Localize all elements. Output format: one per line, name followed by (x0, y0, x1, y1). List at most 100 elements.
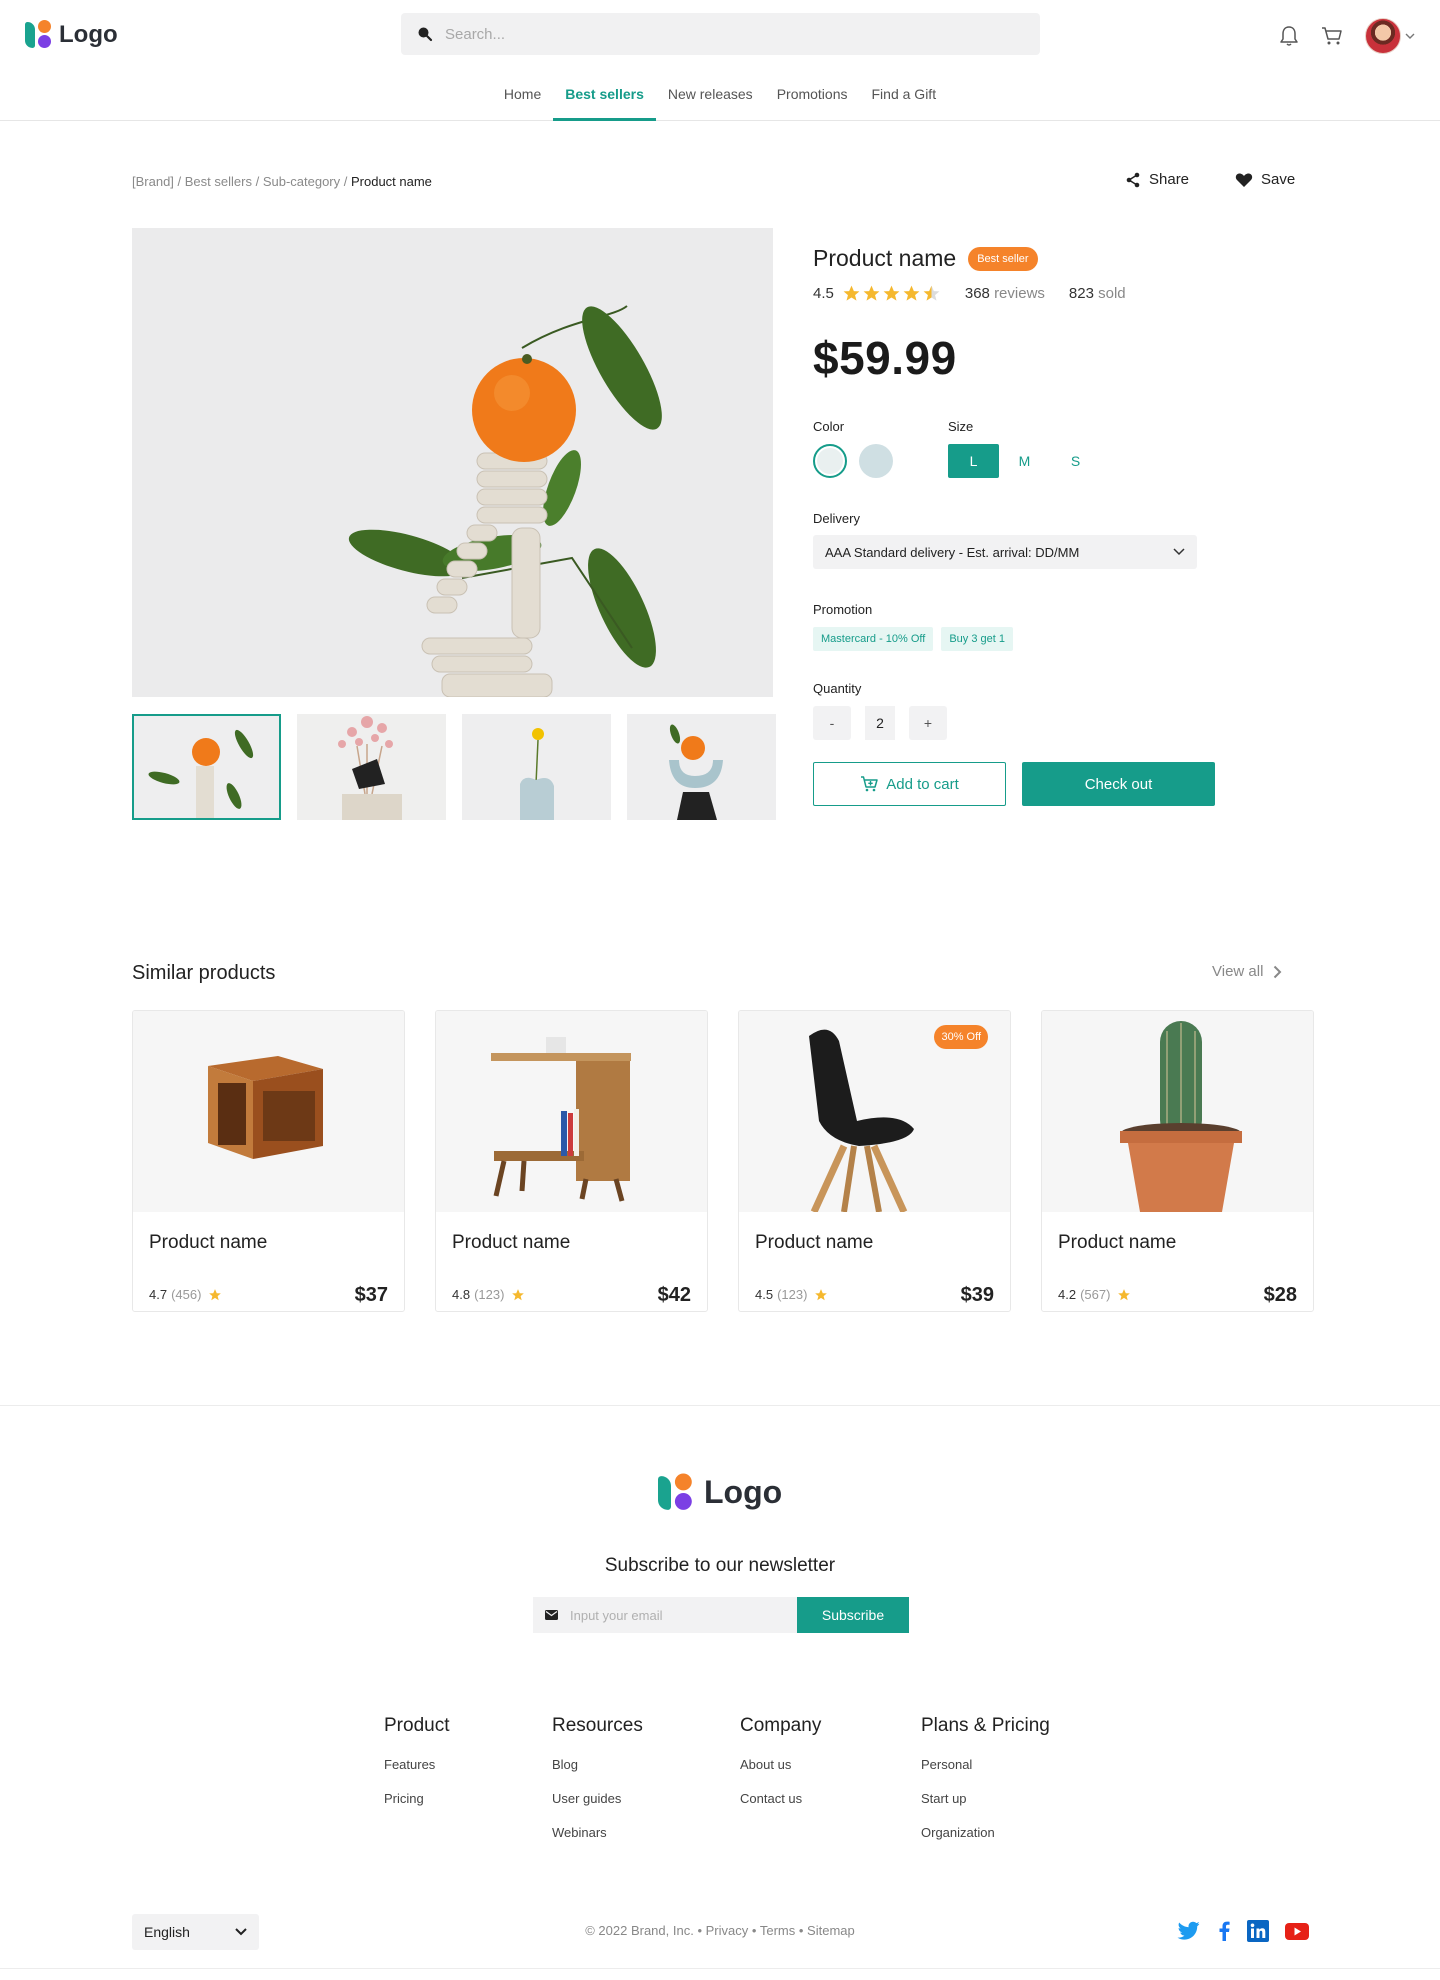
bullet-separator: • (697, 1923, 703, 1938)
thumbnail-3[interactable] (462, 714, 611, 820)
thumbnail-pink-flowers (297, 714, 446, 820)
thumbnail-orange-sculpture (134, 716, 279, 818)
bell-icon[interactable] (1279, 25, 1299, 47)
footer-link-contact-us[interactable]: Contact us (740, 1791, 821, 1806)
footer-link-webinars[interactable]: Webinars (552, 1825, 643, 1840)
logo-text: Logo (704, 1474, 783, 1510)
product-card[interactable]: 30% Off Product name 4.5 (123) $39 (738, 1010, 1011, 1312)
footer-link-pricing[interactable]: Pricing (384, 1791, 449, 1806)
product-card-image (436, 1011, 707, 1212)
checkout-button[interactable]: Check out (1022, 762, 1215, 806)
best-seller-badge: Best seller (968, 246, 1038, 271)
email-input[interactable] (570, 1607, 790, 1623)
sitemap-link[interactable]: Sitemap (807, 1923, 855, 1938)
thumbnail-2[interactable] (297, 714, 446, 820)
thumbnail-yellow-flower-vase (462, 714, 611, 820)
promotion-chip-mastercard[interactable]: Mastercard - 10% Off (813, 627, 934, 651)
rating-value: 4.8 (452, 1287, 471, 1302)
product-card-rating: 4.8 (123) (452, 1287, 525, 1302)
product-card-price: $37 (354, 1284, 388, 1306)
view-all-link[interactable]: View all (1212, 963, 1282, 980)
footer-link-start-up[interactable]: Start up (921, 1791, 1050, 1806)
newsletter-title: Subscribe to our newsletter (604, 1555, 836, 1576)
footer-link-blog[interactable]: Blog (552, 1757, 643, 1772)
search-input[interactable] (445, 25, 1005, 43)
footer-column-product: Product Features Pricing (384, 1715, 449, 1825)
reviews-count[interactable]: 368 (965, 285, 990, 302)
product-title: Product name (813, 245, 957, 271)
breadcrumb-best-sellers[interactable]: Best sellers (185, 174, 252, 189)
nav-new-releases[interactable]: New releases (656, 80, 765, 121)
quantity-decrease-button[interactable]: - (813, 706, 851, 740)
subscribe-button[interactable]: Subscribe (797, 1597, 909, 1633)
header-logo[interactable]: Logo (25, 20, 118, 50)
product-card[interactable]: Product name 4.8 (123) $42 (435, 1010, 708, 1312)
rating-value: 4.2 (1058, 1287, 1077, 1302)
share-button[interactable]: Share (1125, 171, 1189, 188)
footer-logo[interactable]: Logo (658, 1473, 783, 1511)
footer-link-about-us[interactable]: About us (740, 1757, 821, 1772)
linkedin-icon[interactable] (1247, 1920, 1269, 1942)
chevron-down-icon (1173, 548, 1185, 556)
star-icon (883, 285, 900, 301)
nav-find-a-gift[interactable]: Find a Gift (860, 80, 949, 121)
save-button[interactable]: Save (1235, 171, 1295, 188)
breadcrumb-separator: / (173, 174, 185, 189)
product-main-image[interactable] (132, 228, 773, 697)
facebook-icon[interactable] (1217, 1921, 1231, 1941)
nav-home[interactable]: Home (492, 80, 553, 121)
delivery-select[interactable]: AAA Standard delivery - Est. arrival: DD… (813, 535, 1197, 569)
email-field[interactable] (533, 1597, 797, 1633)
nav-best-sellers[interactable]: Best sellers (553, 80, 656, 121)
twitter-icon[interactable] (1177, 1921, 1201, 1941)
reviews-label[interactable]: reviews (994, 285, 1045, 302)
chevron-down-icon (1405, 33, 1415, 39)
footer-link-organization[interactable]: Organization (921, 1825, 1050, 1840)
terms-link[interactable]: Terms (760, 1923, 795, 1938)
logo-mark-icon (25, 20, 53, 50)
size-option-s[interactable]: S (1050, 444, 1101, 478)
thumbnail-strip (132, 714, 776, 820)
size-option-m[interactable]: M (999, 444, 1050, 478)
footer-link-personal[interactable]: Personal (921, 1757, 1050, 1772)
thumbnail-1[interactable] (132, 714, 281, 820)
breadcrumb-sub-category[interactable]: Sub-category (263, 174, 340, 189)
footer-column-title: Product (384, 1715, 450, 1736)
breadcrumb: [Brand] / Best sellers / Sub-category / … (132, 174, 432, 189)
search-icon (418, 27, 433, 42)
search-bar[interactable] (401, 13, 1040, 55)
nav-promotions[interactable]: Promotions (765, 80, 860, 121)
breadcrumb-current: Product name (350, 174, 432, 189)
footer-link-user-guides[interactable]: User guides (552, 1791, 643, 1806)
quantity-increase-button[interactable]: + (909, 706, 947, 740)
footer-link-features[interactable]: Features (384, 1757, 449, 1772)
quantity-stepper: - 2 + (813, 706, 1293, 740)
promotion-label: Promotion (813, 602, 873, 617)
copyright-text: © 2022 Brand, Inc. (585, 1923, 694, 1938)
privacy-link[interactable]: Privacy (706, 1923, 749, 1938)
product-card-image (1042, 1011, 1313, 1212)
heart-icon (1235, 172, 1253, 187)
quantity-value[interactable]: 2 (865, 706, 895, 740)
avatar[interactable] (1365, 18, 1401, 54)
account-menu[interactable] (1365, 18, 1415, 54)
promotion-chip-buy3get1[interactable]: Buy 3 get 1 (941, 627, 1013, 651)
thumbnail-4[interactable] (627, 714, 776, 820)
color-swatch-2[interactable] (859, 444, 893, 478)
size-option-l[interactable]: L (948, 444, 999, 478)
product-card-price: $28 (1263, 1284, 1297, 1306)
share-label: Share (1149, 171, 1190, 188)
star-icon (903, 285, 920, 301)
breadcrumb-brand[interactable]: [Brand] (132, 174, 174, 189)
star-icon (863, 285, 880, 301)
product-photo-orange-sculpture (132, 228, 773, 697)
color-swatch-1[interactable] (813, 444, 847, 478)
quantity-label: Quantity (813, 681, 862, 696)
cart-icon[interactable] (1321, 26, 1343, 46)
sold-label: sold (1098, 285, 1126, 302)
product-card[interactable]: Product name 4.2 (567) $28 (1041, 1010, 1314, 1312)
add-to-cart-button[interactable]: Add to cart (813, 762, 1006, 806)
footer-column-plans-pricing: Plans & Pricing Personal Start up Organi… (921, 1715, 1050, 1859)
product-card[interactable]: Product name 4.7 (456) $37 (132, 1010, 405, 1312)
youtube-icon[interactable] (1285, 1922, 1309, 1940)
